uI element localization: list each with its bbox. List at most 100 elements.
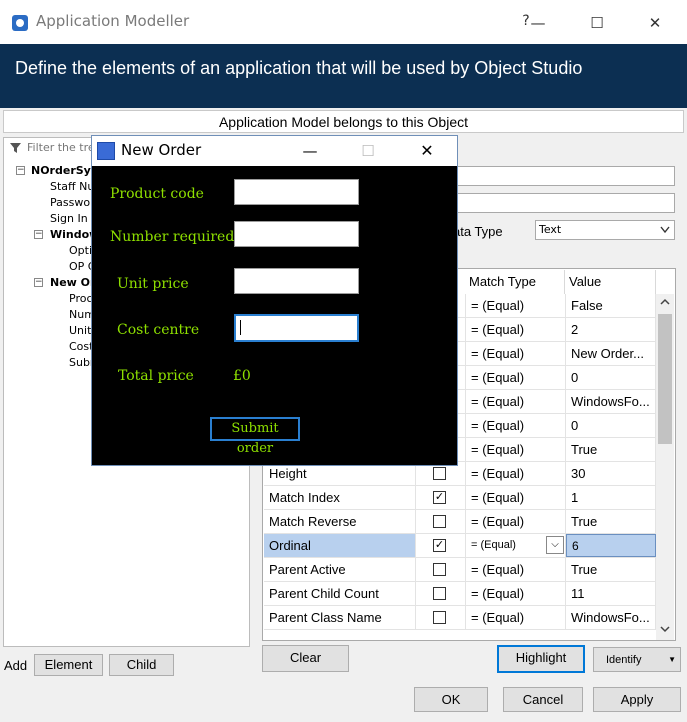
attribute-value-cell[interactable]: True xyxy=(566,438,656,461)
column-header-value[interactable]: Value xyxy=(565,270,656,294)
match-checkbox-cell xyxy=(416,582,466,605)
element-name-input[interactable] xyxy=(453,166,675,186)
tree-item[interactable]: Cost xyxy=(69,340,93,353)
table-row[interactable]: Match Index ✓ = (Equal) 1 xyxy=(264,486,656,510)
scroll-up-icon[interactable] xyxy=(659,297,671,307)
highlight-button[interactable]: Highlight xyxy=(497,645,585,673)
tree-collapse-icon[interactable]: − xyxy=(34,278,43,287)
attribute-value-cell[interactable]: True xyxy=(566,510,656,533)
unit-price-label: Unit price xyxy=(117,276,189,292)
attribute-value-cell[interactable]: WindowsFo... xyxy=(566,390,656,413)
scroll-down-icon[interactable] xyxy=(659,624,671,634)
match-type-cell[interactable]: = (Equal) xyxy=(466,342,566,365)
modal-maximize-button[interactable]: ☐ xyxy=(358,139,378,163)
tree-item[interactable]: Unit xyxy=(69,324,91,337)
maximize-button[interactable]: ☐ xyxy=(582,8,612,38)
unchecked-checkbox[interactable] xyxy=(433,611,446,624)
attribute-value-cell[interactable]: 6 xyxy=(566,534,656,557)
cost-centre-input[interactable] xyxy=(234,314,359,342)
attribute-name-cell[interactable]: Parent Child Count xyxy=(264,582,416,605)
attribute-value-cell[interactable]: 1 xyxy=(566,486,656,509)
match-type-cell[interactable]: = (Equal) xyxy=(466,462,566,485)
tree-collapse-icon[interactable]: − xyxy=(16,166,25,175)
add-child-button[interactable]: Child xyxy=(109,654,174,676)
tree-item[interactable]: Proc xyxy=(69,292,93,305)
unchecked-checkbox[interactable] xyxy=(433,563,446,576)
attribute-name-cell[interactable]: Ordinal xyxy=(264,534,416,557)
match-checkbox-cell: ✓ xyxy=(416,486,466,509)
match-type-cell[interactable]: = (Equal) xyxy=(466,366,566,389)
cancel-button[interactable]: Cancel xyxy=(503,687,583,712)
chevron-down-icon xyxy=(660,226,670,234)
table-row[interactable]: Match Reverse = (Equal) True xyxy=(264,510,656,534)
match-type-cell[interactable]: = (Equal) xyxy=(466,534,566,557)
tree-item[interactable]: Passwo xyxy=(50,196,90,209)
submit-order-button[interactable]: Submit order xyxy=(210,417,300,456)
belongs-to-object-bar[interactable]: Application Model belongs to this Object xyxy=(3,110,684,133)
attribute-value-cell[interactable]: True xyxy=(566,558,656,581)
attribute-name-cell[interactable]: Match Index xyxy=(264,486,416,509)
clear-button[interactable]: Clear xyxy=(262,645,349,672)
attribute-value-cell[interactable]: WindowsFo... xyxy=(566,606,656,629)
match-checkbox-cell xyxy=(416,510,466,533)
attribute-value-cell[interactable]: False xyxy=(566,294,656,317)
match-type-cell[interactable]: = (Equal) xyxy=(466,438,566,461)
tree-item[interactable]: NOrderSys xyxy=(31,164,97,177)
match-type-cell[interactable]: = (Equal) xyxy=(466,486,566,509)
number-required-label: Number required xyxy=(110,229,235,245)
unchecked-checkbox[interactable] xyxy=(433,587,446,600)
table-row[interactable]: ⌵ Ordinal ✓ = (Equal) 6 xyxy=(264,534,656,558)
product-code-input[interactable] xyxy=(234,179,359,205)
attribute-value-cell[interactable]: 11 xyxy=(566,582,656,605)
apply-button[interactable]: Apply xyxy=(593,687,681,712)
scrollbar-thumb[interactable] xyxy=(658,314,672,444)
attribute-name-cell[interactable]: Parent Active xyxy=(264,558,416,581)
match-type-cell[interactable]: = (Equal) xyxy=(466,606,566,629)
identify-dropdown[interactable]: Identify ▼ xyxy=(593,647,681,672)
match-type-cell[interactable]: = (Equal) xyxy=(466,294,566,317)
tree-item[interactable]: Staff Nu xyxy=(50,180,94,193)
table-row[interactable]: Parent Class Name = (Equal) WindowsFo... xyxy=(264,606,656,630)
data-type-select[interactable]: Text xyxy=(535,220,675,240)
close-button[interactable]: ✕ xyxy=(640,8,670,38)
identify-label: Identify xyxy=(606,654,642,666)
minimize-button[interactable]: — xyxy=(527,8,549,38)
tree-collapse-icon[interactable]: − xyxy=(34,230,43,239)
match-type-cell[interactable]: = (Equal) xyxy=(466,510,566,533)
modal-close-button[interactable]: ✕ xyxy=(415,139,439,163)
new-order-window-icon xyxy=(97,142,115,160)
checked-checkbox[interactable]: ✓ xyxy=(433,491,446,504)
match-type-cell[interactable]: = (Equal) xyxy=(466,414,566,437)
attribute-value-cell[interactable]: 30 xyxy=(566,462,656,485)
ok-button[interactable]: OK xyxy=(414,687,488,712)
unit-price-input[interactable] xyxy=(234,268,359,294)
app-icon xyxy=(12,15,28,31)
text-cursor xyxy=(240,320,241,335)
tree-filter-input[interactable]: Filter the tre xyxy=(5,138,95,158)
tree-item[interactable]: Sign In xyxy=(50,212,88,225)
number-required-input[interactable] xyxy=(234,221,359,247)
attribute-name-cell[interactable]: Parent Class Name xyxy=(264,606,416,629)
match-type-cell[interactable]: = (Equal) xyxy=(466,318,566,341)
match-type-cell[interactable]: = (Equal) xyxy=(466,558,566,581)
attribute-value-cell[interactable]: New Order... xyxy=(566,342,656,365)
table-row[interactable]: Parent Child Count = (Equal) 11 xyxy=(264,582,656,606)
attribute-value-cell[interactable]: 0 xyxy=(566,366,656,389)
cost-centre-label: Cost centre xyxy=(117,322,200,338)
match-type-cell[interactable]: = (Equal) xyxy=(466,390,566,413)
unchecked-checkbox[interactable] xyxy=(433,515,446,528)
table-row[interactable]: Parent Active = (Equal) True xyxy=(264,558,656,582)
unchecked-checkbox[interactable] xyxy=(433,467,446,480)
tree-item[interactable]: Opti xyxy=(69,244,92,257)
checked-checkbox[interactable]: ✓ xyxy=(433,539,446,552)
match-checkbox-cell: ✓ xyxy=(416,534,466,557)
add-element-button[interactable]: Element xyxy=(34,654,103,676)
attribute-value-cell[interactable]: 0 xyxy=(566,414,656,437)
column-header-match-type[interactable]: Match Type xyxy=(465,270,565,294)
modal-minimize-button[interactable]: — xyxy=(300,139,320,163)
element-description-input[interactable] xyxy=(453,193,675,213)
match-type-cell[interactable]: = (Equal) xyxy=(466,582,566,605)
attribute-name-cell[interactable]: Match Reverse xyxy=(264,510,416,533)
add-label: Add xyxy=(4,658,28,673)
attribute-value-cell[interactable]: 2 xyxy=(566,318,656,341)
